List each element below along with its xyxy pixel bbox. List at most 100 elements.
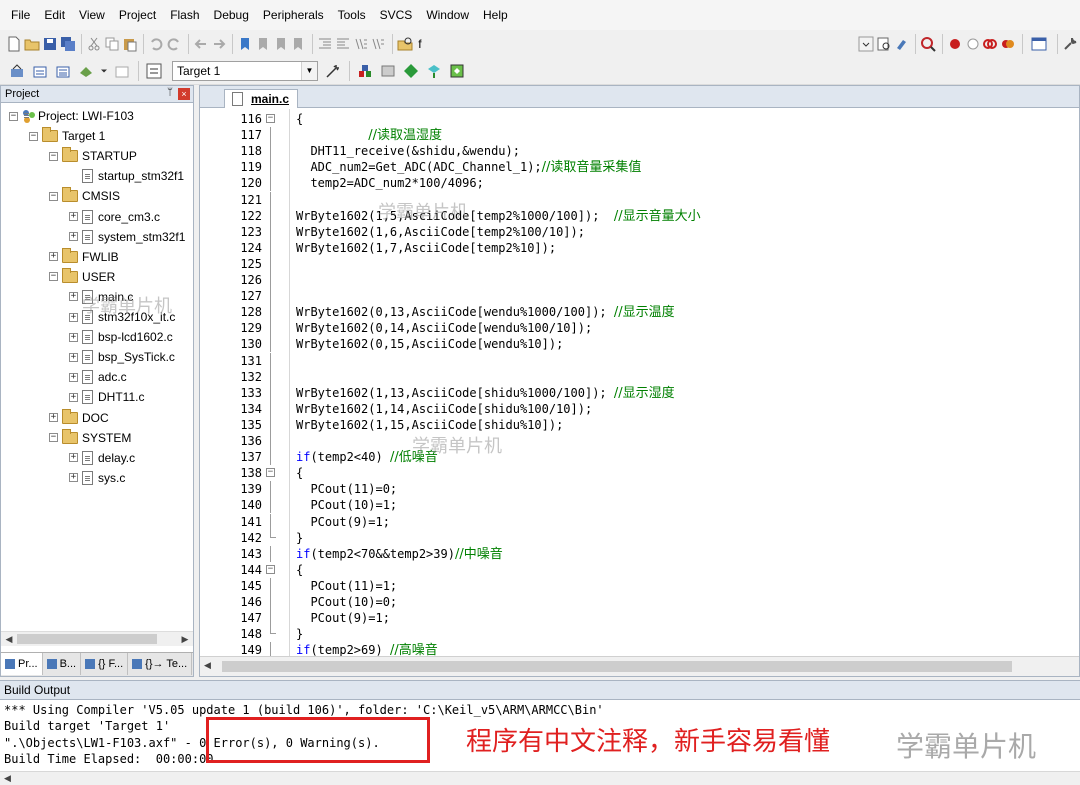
tree-file-item[interactable]: startup_stm32f1	[69, 166, 184, 186]
code-line[interactable]: 127	[200, 288, 1079, 305]
menu-flash[interactable]: Flash	[163, 0, 206, 30]
bookmark-next-button[interactable]	[272, 33, 289, 55]
comment-button[interactable]	[352, 33, 369, 55]
menu-edit[interactable]: Edit	[37, 0, 72, 30]
copy-button[interactable]	[104, 33, 121, 55]
code-line[interactable]: 149 if(temp2>69) //高噪音	[200, 642, 1079, 656]
panel-tab-2[interactable]: {} F...	[81, 653, 129, 675]
find-button[interactable]	[876, 33, 893, 55]
tree-folder-item[interactable]: − USER	[49, 267, 115, 287]
configure-button[interactable]	[1062, 33, 1079, 55]
fold-collapse-icon[interactable]: −	[266, 564, 275, 574]
select-packs-button[interactable]	[377, 60, 399, 82]
menu-project[interactable]: Project	[112, 0, 163, 30]
build-output-hscrollbar[interactable]: ◀	[0, 771, 1080, 785]
redo-button[interactable]	[166, 33, 183, 55]
breakpoint-disable-button[interactable]	[964, 33, 981, 55]
code-line[interactable]: 139 PCout(11)=0;	[200, 481, 1079, 498]
bookmark-clear-button[interactable]	[290, 33, 307, 55]
code-line[interactable]: 137 if(temp2<40) //低噪音	[200, 449, 1079, 466]
stop-build-button[interactable]	[111, 60, 133, 82]
code-line[interactable]: 130 WrByte1602(0,15,AsciiCode[wendu%10]);	[200, 336, 1079, 353]
expand-icon[interactable]: +	[49, 413, 58, 422]
menu-tools[interactable]: Tools	[331, 0, 373, 30]
tree-file-item[interactable]: + bsp_SysTick.c	[69, 347, 175, 367]
find-dropdown-button[interactable]	[858, 33, 875, 55]
indent-button[interactable]	[317, 33, 334, 55]
code-line[interactable]: 146 PCout(10)=0;	[200, 594, 1079, 610]
target-options-button[interactable]	[322, 60, 344, 82]
code-line[interactable]: 143 if(temp2<70&&temp2>39)//中噪音	[200, 545, 1079, 562]
code-line[interactable]: 134 WrByte1602(1,14,AsciiCode[shidu%100/1…	[200, 400, 1079, 417]
breakpoint-disable-all-button[interactable]	[982, 33, 999, 55]
open-file-button[interactable]	[24, 33, 41, 55]
menu-file[interactable]: File	[4, 0, 37, 30]
window-layout-button[interactable]	[1026, 33, 1052, 55]
new-file-button[interactable]	[6, 33, 23, 55]
scroll-right-icon[interactable]: ▶	[178, 632, 192, 646]
rte-button[interactable]	[423, 60, 445, 82]
save-button[interactable]	[42, 33, 59, 55]
menu-svcs[interactable]: SVCS	[373, 0, 420, 30]
expand-icon[interactable]: +	[69, 232, 78, 242]
code-line[interactable]: 141 PCout(9)=1;	[200, 513, 1079, 530]
expand-icon[interactable]: +	[69, 372, 78, 382]
project-hscrollbar[interactable]: ◀ ▶	[1, 631, 193, 646]
expand-icon[interactable]: +	[69, 332, 78, 342]
manage-project-items-button[interactable]	[354, 60, 376, 82]
expand-icon[interactable]: +	[69, 473, 78, 483]
undo-button[interactable]	[148, 33, 165, 55]
code-line[interactable]: 125	[200, 255, 1079, 272]
incremental-find-button[interactable]	[893, 33, 910, 55]
code-line[interactable]: 145 PCout(11)=1;	[200, 577, 1079, 594]
tree-folder-item[interactable]: − SYSTEM	[49, 428, 131, 448]
pack-installer-button[interactable]	[400, 60, 422, 82]
scroll-thumb[interactable]	[222, 661, 1012, 672]
code-line[interactable]: 116− {	[200, 111, 1079, 127]
fold-collapse-icon[interactable]: −	[266, 114, 275, 123]
code-line[interactable]: 135 WrByte1602(1,15,AsciiCode[shidu%10]);	[200, 416, 1079, 433]
uncomment-button[interactable]	[370, 33, 387, 55]
collapse-icon[interactable]: −	[9, 111, 18, 121]
code-line[interactable]: 136	[200, 433, 1079, 449]
code-line[interactable]: 117 //读取温湿度	[200, 127, 1079, 144]
close-icon[interactable]: ×	[178, 88, 190, 100]
tree-file-item[interactable]: + main.c	[69, 287, 133, 307]
collapse-icon[interactable]: −	[49, 433, 58, 443]
expand-icon[interactable]: +	[69, 212, 78, 221]
paste-button[interactable]	[121, 33, 138, 55]
fold-collapse-icon[interactable]: −	[266, 468, 275, 478]
code-line[interactable]: 133 WrByte1602(1,13,AsciiCode[shidu%1000/…	[200, 384, 1079, 401]
pin-icon[interactable]: ᛘ	[167, 87, 173, 98]
panel-tab-1[interactable]: B...	[43, 653, 82, 675]
scroll-left-icon[interactable]: ◀	[204, 660, 211, 671]
nav-back-button[interactable]	[192, 33, 209, 55]
code-line[interactable]: 119 ADC_num2=Get_ADC(ADC_Channel_1);//读取…	[200, 159, 1079, 176]
collapse-icon[interactable]: −	[49, 272, 58, 282]
code-line[interactable]: 126	[200, 272, 1079, 288]
find-in-files-button[interactable]	[396, 33, 413, 55]
batch-build-dropdown[interactable]	[98, 60, 110, 82]
tree-file-item[interactable]: + delay.c	[69, 448, 135, 468]
tree-file-item[interactable]: + stm32f10x_it.c	[69, 307, 175, 327]
collapse-icon[interactable]: −	[49, 151, 58, 161]
scroll-thumb[interactable]	[17, 634, 157, 644]
batch-build-button[interactable]	[75, 60, 97, 82]
download-button[interactable]	[143, 60, 165, 82]
tree-file-item[interactable]: + adc.c	[69, 367, 127, 387]
expand-icon[interactable]: +	[69, 292, 78, 302]
tree-folder-item[interactable]: − STARTUP	[49, 146, 137, 166]
editor-tab-main-c[interactable]: main.c	[224, 89, 299, 108]
software-packs-button[interactable]	[446, 60, 468, 82]
unindent-button[interactable]	[334, 33, 351, 55]
code-line[interactable]: 128 WrByte1602(0,13,AsciiCode[wendu%1000/…	[200, 304, 1079, 321]
tree-file-item[interactable]: + DHT11.c	[69, 387, 144, 407]
find-combo[interactable]: f	[414, 34, 529, 54]
target-select[interactable]: Target 1 ▼	[172, 60, 318, 81]
collapse-icon[interactable]: −	[49, 191, 58, 201]
panel-tab-0[interactable]: Pr...	[1, 653, 43, 675]
tree-file-item[interactable]: + sys.c	[69, 468, 125, 488]
bookmark-button[interactable]	[237, 33, 254, 55]
bookmark-prev-button[interactable]	[254, 33, 271, 55]
tree-folder-item[interactable]: + FWLIB	[49, 247, 119, 267]
